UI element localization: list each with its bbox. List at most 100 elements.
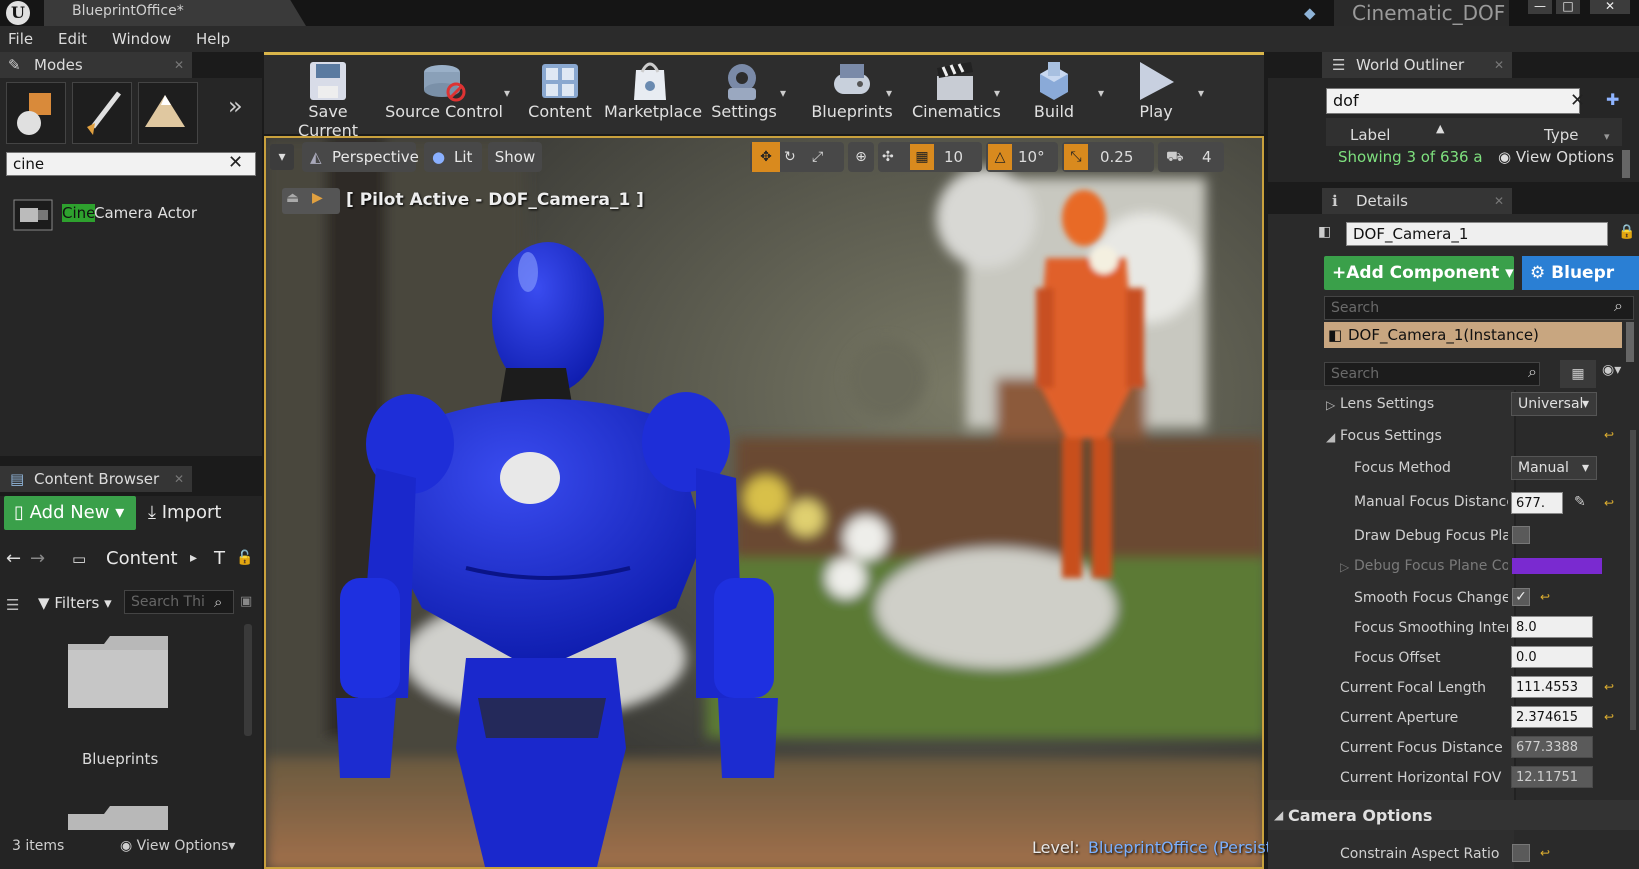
minimize-button[interactable]: — [1528, 0, 1552, 14]
property-matrix-icon[interactable]: ▦ [1560, 360, 1596, 388]
constrain-aspect-checkbox[interactable] [1512, 844, 1530, 862]
modes-tab[interactable]: ✎ Modes ✕ [0, 52, 192, 78]
rotation-snap-value[interactable]: 10° [1018, 142, 1045, 172]
import-button[interactable]: ⤓ Import [148, 496, 252, 530]
folder-icon[interactable] [68, 804, 170, 830]
debug-color-swatch[interactable] [1512, 558, 1602, 574]
chevron-right-icon[interactable]: » [228, 92, 243, 120]
scrollbar[interactable] [1626, 322, 1634, 362]
property-search-input[interactable]: Search [1324, 362, 1540, 386]
expand-arrow-icon[interactable]: ▷ [1326, 398, 1335, 412]
viewport-options-button[interactable]: ▾ [270, 144, 294, 170]
menu-help[interactable]: Help [196, 30, 230, 48]
focus-offset-field[interactable]: 0.0 [1511, 646, 1593, 668]
move-tool-icon[interactable]: ✥ [752, 142, 780, 172]
outliner-view-options[interactable]: ◉ View Options [1498, 148, 1614, 166]
eject-icon[interactable]: ⏏ [286, 190, 299, 206]
scrollbar[interactable] [1622, 150, 1630, 178]
pilot-controls[interactable]: ⏏ ▶ [282, 188, 340, 214]
expand-arrow-icon[interactable]: ▷ [1340, 560, 1349, 574]
reset-to-default-icon[interactable]: ↩ [1540, 590, 1550, 604]
clear-search-icon[interactable]: ✕ [228, 152, 243, 173]
actor-name-field[interactable]: DOF_Camera_1 [1346, 222, 1608, 246]
lens-settings-dropdown[interactable]: Universal ▾ [1511, 392, 1597, 416]
folder-icon[interactable] [68, 634, 170, 710]
reset-to-default-icon[interactable]: ↩ [1604, 710, 1614, 724]
outliner-search-input[interactable]: dof [1326, 88, 1580, 114]
clear-search-icon[interactable]: ✕ [1570, 90, 1585, 111]
aperture-field[interactable]: 2.374615 [1511, 706, 1593, 728]
component-instance-row[interactable]: ◧ DOF_Camera_1(Instance) [1324, 322, 1622, 348]
add-new-button[interactable]: ▯ Add New ▾ [4, 496, 136, 530]
marketplace-button[interactable]: Marketplace [604, 56, 702, 132]
eye-icon[interactable]: ◉▾ [1602, 362, 1621, 378]
play-button[interactable]: Play [1126, 56, 1186, 132]
sources-toggle-icon[interactable]: ☰ [6, 596, 19, 614]
reset-to-default-icon[interactable]: ↩ [1604, 680, 1614, 694]
dropdown-icon[interactable]: ▾ [504, 86, 510, 100]
surface-snap-icon[interactable]: ✣ [882, 142, 894, 172]
build-button[interactable]: Build [1020, 56, 1088, 132]
blueprint-button[interactable]: ⚙ Bluepr [1522, 256, 1639, 290]
collapse-arrow-icon[interactable]: ◢ [1326, 430, 1335, 444]
source-control-button[interactable]: Source Control [384, 56, 504, 132]
camera-options-header[interactable]: ◢ Camera Options [1268, 800, 1639, 830]
add-folder-icon[interactable]: ✚ [1606, 90, 1619, 109]
document-tab[interactable]: BlueprintOffice* [44, 0, 306, 26]
content-browser-tab[interactable]: ▤ Content Browser ✕ [0, 466, 192, 492]
cine-camera-actor-item[interactable]: Cine Camera Actor [10, 194, 250, 234]
save-icon[interactable]: ▣ [240, 594, 252, 609]
world-outliner-tab[interactable]: ☰ World Outliner ✕ [1322, 52, 1512, 78]
close-icon[interactable]: ✕ [174, 466, 184, 492]
rotate-tool-icon[interactable]: ↻ [784, 142, 796, 172]
path-content[interactable]: Content [106, 548, 178, 569]
eyedropper-icon[interactable]: ✎ [1574, 494, 1586, 510]
grid-snap-value[interactable]: 10 [944, 142, 963, 172]
camera-speed-button[interactable]: ⛟ 4 [1158, 142, 1224, 172]
perspective-button[interactable]: ◭ Perspective [302, 142, 419, 172]
folder-label[interactable]: Blueprints [82, 750, 158, 768]
close-icon[interactable]: ✕ [174, 52, 184, 78]
component-search-input[interactable]: Search [1324, 296, 1634, 320]
manual-focus-distance-field[interactable]: 677. [1511, 492, 1563, 514]
reset-to-default-icon[interactable]: ↩ [1540, 846, 1550, 860]
scale-snap-value[interactable]: 0.25 [1100, 142, 1133, 172]
level-viewport[interactable] [264, 136, 1264, 869]
dropdown-icon[interactable]: ▾ [780, 86, 786, 100]
filters-button[interactable]: ▼ Filters ▾ [38, 594, 112, 612]
add-component-button[interactable]: +Add Component ▾ [1324, 256, 1514, 290]
smooth-focus-checkbox[interactable]: ✓ [1512, 588, 1530, 606]
label-column-header[interactable]: Label [1350, 126, 1390, 144]
path-next[interactable]: T [214, 548, 225, 569]
panel-splitter[interactable] [0, 456, 262, 462]
dropdown-icon[interactable]: ▾ [1604, 130, 1610, 143]
scale-snap-icon[interactable]: ⤡ [1064, 144, 1088, 170]
reset-to-default-icon[interactable]: ↩ [1604, 428, 1614, 442]
modes-search-input[interactable]: cine [6, 152, 256, 176]
place-mode-button[interactable] [6, 82, 66, 144]
draw-debug-checkbox[interactable] [1512, 526, 1530, 544]
lit-button[interactable]: ● Lit [424, 142, 482, 172]
dropdown-icon[interactable]: ▾ [994, 86, 1000, 100]
show-button[interactable]: Show [488, 142, 542, 172]
reset-to-default-icon[interactable]: ↩ [1604, 496, 1614, 510]
view-options-button[interactable]: ◉ View Options▾ [120, 838, 235, 854]
focus-smoothing-field[interactable]: 8.0 [1511, 616, 1593, 638]
blueprints-button[interactable]: Blueprints [806, 56, 898, 132]
scrollbar[interactable] [244, 624, 252, 736]
focal-length-field[interactable]: 111.4553 [1511, 676, 1593, 698]
settings-button[interactable]: Settings [706, 56, 782, 132]
details-tab[interactable]: ℹ Details ✕ [1322, 188, 1512, 214]
forward-arrow-icon[interactable]: → [30, 548, 45, 569]
paint-mode-button[interactable] [72, 82, 132, 144]
landscape-mode-button[interactable] [138, 82, 198, 144]
menu-window[interactable]: Window [112, 30, 171, 48]
type-column-header[interactable]: Type [1544, 126, 1578, 144]
lock-icon[interactable]: 🔒 [1618, 224, 1635, 240]
scrollbar[interactable] [1630, 430, 1636, 730]
dropdown-icon[interactable]: ▾ [1198, 86, 1204, 100]
dropdown-icon[interactable]: ▾ [886, 86, 892, 100]
grid-icon[interactable]: ▦ [910, 144, 934, 170]
back-arrow-icon[interactable]: ← [6, 548, 21, 569]
menu-edit[interactable]: Edit [58, 30, 87, 48]
